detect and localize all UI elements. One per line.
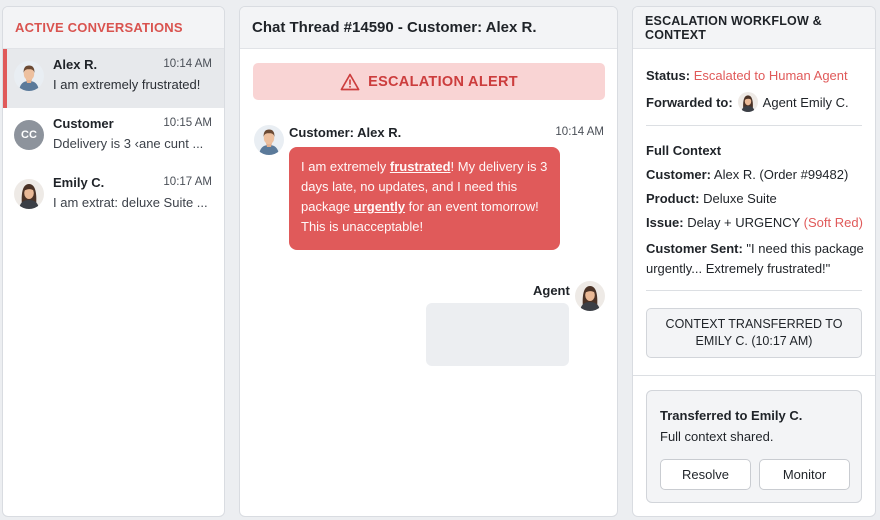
customer-label: Customer:: [646, 167, 712, 182]
woman-avatar-icon: [14, 179, 44, 209]
forwarded-value: Agent Emily C.: [762, 94, 849, 110]
conversation-item-emily[interactable]: Emily C. 10:17 AM I am extrat: deluxe Su…: [3, 167, 224, 226]
status-row: Status: Escalated to Human Agent: [646, 68, 848, 83]
conversation-preview: I am extremely frustrated!: [53, 77, 201, 92]
product-value: Deluxe Suite: [703, 191, 777, 206]
forwarded-row: Forwarded to: Agent Emily C.: [646, 92, 849, 112]
customer-row: Customer: Alex R. (Order #99482): [646, 167, 848, 182]
customer-message-time: 10:14 AM: [555, 126, 604, 138]
transfer-title: Transferred to Emily C.: [660, 408, 803, 423]
context-transferred-line1: CONTEXT TRANSFERRED TO: [665, 317, 843, 331]
conversation-preview: I am extrat: deluxe Suite ...: [53, 195, 208, 210]
status-value: Escalated to Human Agent: [693, 68, 848, 83]
conversation-item-customer[interactable]: CC Customer 10:15 AM Ddelivery is 3 ‹ane…: [3, 108, 224, 167]
man-avatar-icon: [14, 61, 44, 91]
customer-sent-value-cont: urgently... Extremely frustrated!": [646, 261, 831, 276]
product-row: Product: Deluxe Suite: [646, 191, 777, 206]
conversations-header: ACTIVE CONVERSATIONS: [3, 7, 224, 49]
escalation-header: ESCALATION WORKFLOW & CONTEXT: [633, 7, 875, 49]
message-text: I am extremely: [301, 159, 390, 174]
customer-message-bubble: I am extremely frustrated! My delivery i…: [289, 147, 560, 250]
conversation-item-alex[interactable]: Alex R. 10:14 AM I am extremely frustrat…: [3, 49, 224, 108]
product-label: Product:: [646, 191, 700, 206]
escalation-panel: ESCALATION WORKFLOW & CONTEXT Status: Es…: [632, 6, 876, 517]
context-heading: Full Context: [646, 143, 721, 158]
transfer-subtitle: Full context shared.: [660, 429, 774, 444]
conversation-preview: Ddelivery is 3 ‹ane cunt ...: [53, 136, 204, 151]
initials-avatar: CC: [14, 120, 44, 150]
woman-avatar-icon: [738, 92, 758, 112]
issue-label: Issue:: [646, 215, 684, 230]
resolve-button[interactable]: Resolve: [660, 459, 751, 490]
forwarded-label: Forwarded to:: [646, 94, 733, 110]
conversations-title: ACTIVE CONVERSATIONS: [15, 20, 183, 35]
escalation-title: ESCALATION WORKFLOW & CONTEXT: [645, 13, 822, 42]
divider: [646, 125, 862, 126]
agent-avatar-icon: [575, 281, 605, 311]
context-heading-text: Full Context: [646, 143, 722, 158]
issue-tag: (Soft Red): [803, 215, 863, 230]
conversations-panel: ACTIVE CONVERSATIONS Alex R. 10:14 AM I …: [2, 6, 225, 517]
chat-thread-panel: Chat Thread #14590 - Customer: Alex R. E…: [239, 6, 618, 517]
context-transferred-line2: EMILY C. (10:17 AM): [695, 334, 813, 348]
customer-sent-value: "I need this package: [746, 241, 864, 256]
agent-message-bubble: [426, 303, 569, 366]
chat-thread-header: Chat Thread #14590 - Customer: Alex R.: [240, 7, 617, 49]
warning-triangle-icon: [340, 73, 360, 90]
conversation-time: 10:14 AM: [163, 58, 212, 70]
escalation-alert-banner: ESCALATION ALERT: [253, 63, 605, 100]
transfer-summary-card: Transferred to Emily C. Full context sha…: [646, 390, 862, 503]
customer-sender-name: Customer: Alex R.: [289, 125, 402, 140]
chat-thread-title: Chat Thread #14590 - Customer: Alex R.: [252, 19, 537, 36]
issue-row: Issue: Delay + URGENCY (Soft Red): [646, 215, 863, 230]
emphasis-urgently: urgently: [353, 199, 406, 214]
customer-sent-row: Customer Sent: "I need this package urge…: [646, 239, 864, 279]
context-transferred-status: CONTEXT TRANSFERRED TO EMILY C. (10:17 A…: [646, 308, 862, 358]
status-label: Status:: [646, 68, 691, 83]
customer-sent-label: Customer Sent:: [646, 241, 743, 256]
escalation-alert-label: ESCALATION ALERT: [368, 73, 518, 90]
agent-sender-name: Agent: [533, 283, 570, 298]
issue-value: Delay + URGENCY: [687, 215, 801, 230]
emphasis-frustrated: frustrated: [389, 159, 451, 174]
divider: [633, 375, 875, 376]
divider: [646, 290, 862, 291]
customer-value: Alex R. (Order #99482): [713, 167, 849, 182]
conversation-time: 10:15 AM: [163, 117, 212, 129]
customer-avatar-icon: [254, 125, 284, 155]
conversation-time: 10:17 AM: [163, 176, 212, 188]
monitor-button[interactable]: Monitor: [759, 459, 850, 490]
